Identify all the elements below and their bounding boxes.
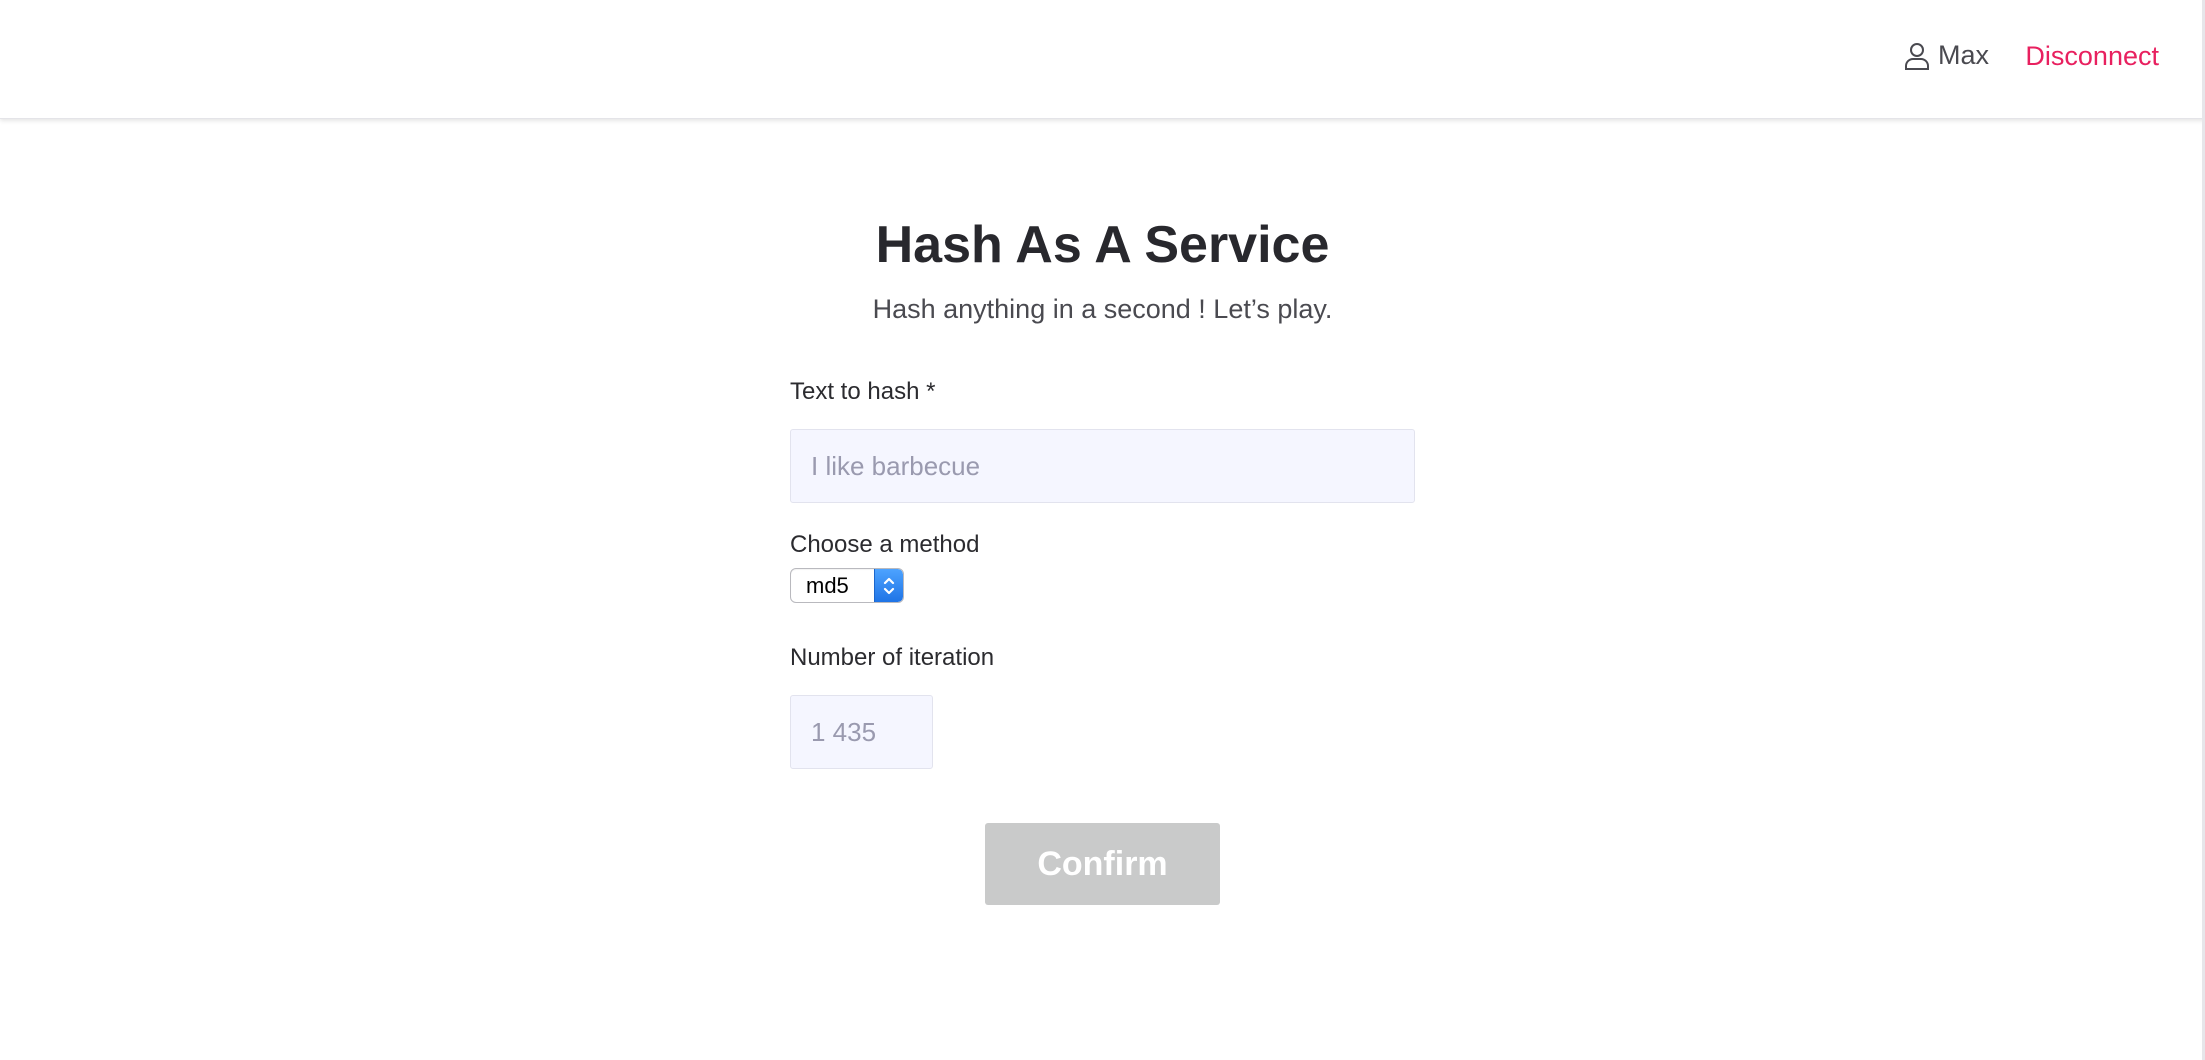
iteration-group: Number of iteration <box>790 643 1415 769</box>
method-selected-value: md5 <box>806 572 849 598</box>
confirm-button[interactable]: Confirm <box>985 823 1220 905</box>
text-to-hash-input[interactable] <box>790 429 1415 503</box>
method-group: Choose a method md5 <box>790 530 1415 603</box>
iteration-label: Number of iteration <box>790 644 995 671</box>
page-subtitle: Hash anything in a second ! Let’s play. <box>872 294 1333 324</box>
iteration-input[interactable] <box>790 695 933 769</box>
method-select-wrapper: md5 <box>790 568 904 603</box>
text-to-hash-label: Text to hash * <box>790 378 936 405</box>
username: Max <box>1937 40 1989 70</box>
text-to-hash-group: Text to hash * <box>790 377 1415 503</box>
user-icon <box>1904 42 1930 70</box>
disconnect-link[interactable]: Disconnect <box>2025 41 2159 72</box>
method-select[interactable]: md5 <box>790 568 904 603</box>
page-title: Hash As A Service <box>875 216 1330 274</box>
top-navbar: Max Disconnect <box>0 0 2205 119</box>
user-menu[interactable]: Max <box>1904 40 1989 71</box>
select-updown-arrows-icon <box>874 569 903 602</box>
main-content: Hash As A Service Hash anything in a sec… <box>790 210 1415 905</box>
method-label: Choose a method <box>790 531 980 558</box>
